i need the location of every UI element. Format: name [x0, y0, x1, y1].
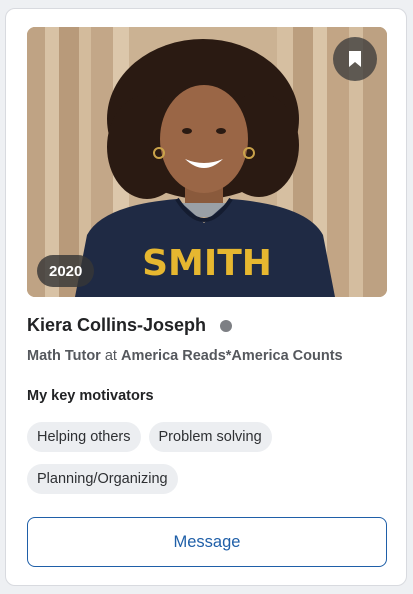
status-dot [220, 319, 233, 332]
profile-name[interactable]: Kiera Collins-Joseph [27, 315, 206, 336]
motivator-tag: Helping others [27, 422, 141, 452]
message-button[interactable]: Message [27, 517, 387, 567]
motivator-tag: Problem solving [148, 422, 272, 452]
year-badge: 2020 [37, 255, 95, 287]
bookmark-button[interactable] [333, 37, 377, 81]
motivators-heading: My key motivators [27, 388, 154, 404]
organization-name: America Reads*America Counts [120, 348, 343, 364]
role-title: Math Tutor [27, 348, 101, 364]
profile-card: SMITH 2020 Kiera Collins-Joseph Math Tut… [5, 8, 407, 586]
role-line: Math Tutor at America Reads*America Coun… [27, 348, 343, 364]
profile-photo: SMITH 2020 [27, 27, 387, 297]
name-row: Kiera Collins-Joseph [27, 315, 233, 336]
motivator-tag: Planning/Organizing [27, 464, 178, 494]
motivator-tags: Helping others Problem solving Planning/… [27, 422, 387, 494]
hoodie-text: SMITH [142, 243, 272, 284]
bookmark-icon [349, 51, 361, 67]
role-connector: at [104, 348, 117, 364]
